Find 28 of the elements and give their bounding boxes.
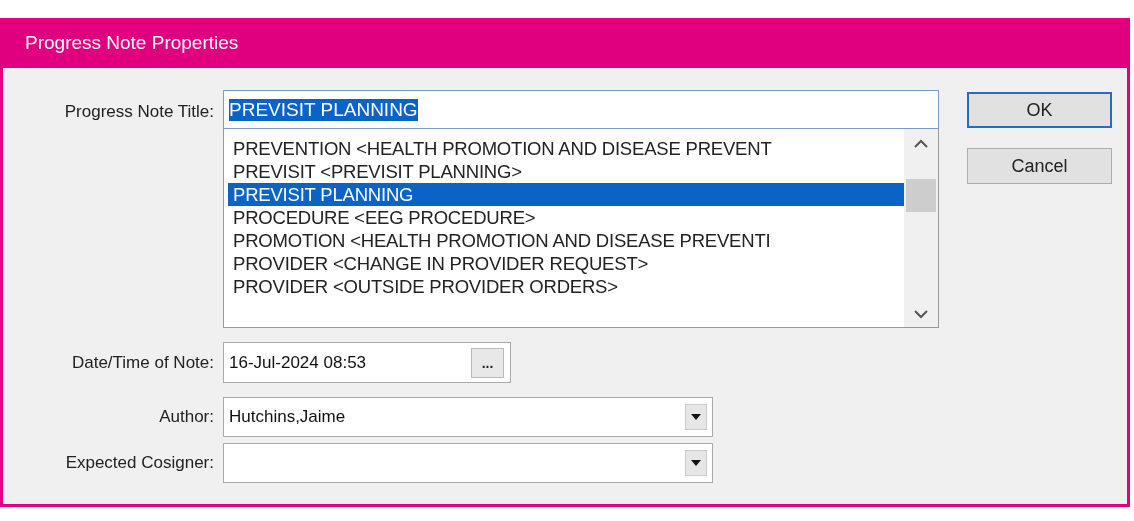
scroll-up-icon[interactable] (914, 139, 928, 149)
list-item[interactable]: PREVISIT PLANNING (228, 183, 904, 206)
list-item[interactable]: PREVENTION <HEALTH PROMOTION AND DISEASE PREVENT (228, 137, 904, 160)
field-value: 16-Jul-2024 08:53 (229, 352, 367, 373)
dropdown-button[interactable] (685, 450, 707, 476)
cancel-button[interactable]: Cancel (967, 148, 1112, 184)
caret-icon (691, 460, 701, 466)
selected-text: PREVISIT PLANNING (229, 98, 418, 121)
list-item[interactable]: PROVIDER <CHANGE IN PROVIDER REQUEST> (228, 252, 904, 275)
field-label: Author: (158, 407, 214, 427)
ok-button[interactable]: OK (967, 92, 1112, 128)
title-field[interactable]: PREVISIT PLANNING (223, 90, 939, 129)
list-item[interactable]: PROCEDURE <EEG PROCEDURE> (228, 206, 904, 229)
scroll-down-icon[interactable] (914, 309, 928, 319)
field-value: Hutchins,Jaime (229, 407, 346, 427)
scroll-thumb[interactable] (906, 179, 936, 212)
field-label: Expected Cosigner: (64, 453, 214, 473)
list-item[interactable]: PREVISIT <PREVISIT PLANNING> (228, 160, 904, 183)
caret-icon (691, 414, 701, 420)
ellipsis-button[interactable]: ... (471, 347, 504, 378)
combo-box[interactable]: Hutchins,Jaime (223, 397, 713, 437)
field-label: Progress Note Title: (63, 102, 214, 122)
window-title: Progress Note Properties (25, 32, 239, 54)
dropdown-button[interactable] (685, 404, 707, 430)
date-field[interactable]: 16-Jul-2024 08:53 ... (223, 342, 511, 383)
list-item[interactable]: PROVIDER <OUTSIDE PROVIDER ORDERS> (228, 275, 904, 298)
list-item[interactable]: PROMOTION <HEALTH PROMOTION AND DISEASE PREVENTI (228, 229, 904, 252)
field-label: Date/Time of Note: (70, 352, 214, 373)
